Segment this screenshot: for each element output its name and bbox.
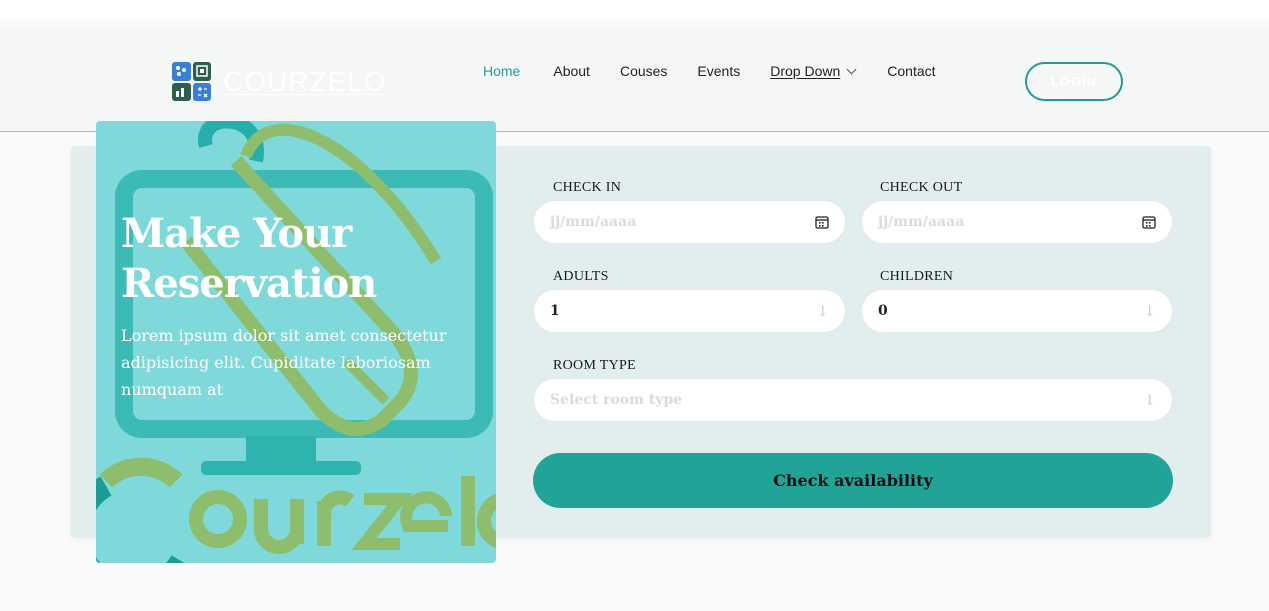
navbar: COURZELO Home About Couses Events Drop D… [0,29,1269,132]
arrow-down-icon: ↓ [1143,302,1156,320]
adults-label: ADULTS [553,269,609,284]
calendar-icon[interactable] [1142,215,1156,229]
calendar-icon[interactable] [815,215,829,229]
nav-dropdown[interactable]: Drop Down [770,63,857,79]
login-button[interactable]: LOGIN [1025,62,1123,101]
room-type-label: ROOM TYPE [553,358,636,373]
children-select[interactable]: 0 ↓ [861,289,1173,333]
check-in-placeholder: jj/mm/aaaa [550,214,637,230]
adults-value: 1 [550,303,560,319]
promo-panel: Make Your Reservation Lorem ipsum dolor … [96,121,496,563]
adults-select[interactable]: 1 ↓ [533,289,846,333]
check-out-label: CHECK OUT [880,180,963,195]
brand-name: COURZELO [223,65,387,97]
chevron-down-icon [846,64,857,74]
nav-courses[interactable]: Couses [620,63,667,79]
room-type-select[interactable]: Select room type ↓ [533,378,1173,422]
children-label: CHILDREN [880,269,954,284]
check-out-placeholder: jj/mm/aaaa [878,214,965,230]
promo-text: Lorem ipsum dolor sit amet consectetur a… [121,326,447,399]
promo-title: Make Your Reservation [121,210,377,307]
arrow-down-icon: ↓ [1143,391,1156,409]
main-nav: Home About Couses Events Drop Down Conta… [483,63,936,79]
room-type-placeholder: Select room type [550,392,683,408]
arrow-down-icon: ↓ [816,302,829,320]
brand-logo[interactable]: COURZELO [172,62,387,101]
check-in-label: CHECK IN [553,180,622,195]
nav-about[interactable]: About [553,63,590,79]
check-out-field[interactable]: jj/mm/aaaa [861,200,1173,244]
nav-events[interactable]: Events [697,63,740,79]
nav-dropdown-label: Drop Down [770,63,841,79]
nav-contact[interactable]: Contact [887,63,935,79]
courzelo-logo-icon [172,62,211,101]
nav-home[interactable]: Home [483,63,520,79]
top-strip [0,0,1269,20]
check-in-field[interactable]: jj/mm/aaaa [533,200,846,244]
children-value: 0 [878,303,888,319]
check-availability-button[interactable]: Check availability [533,453,1173,508]
